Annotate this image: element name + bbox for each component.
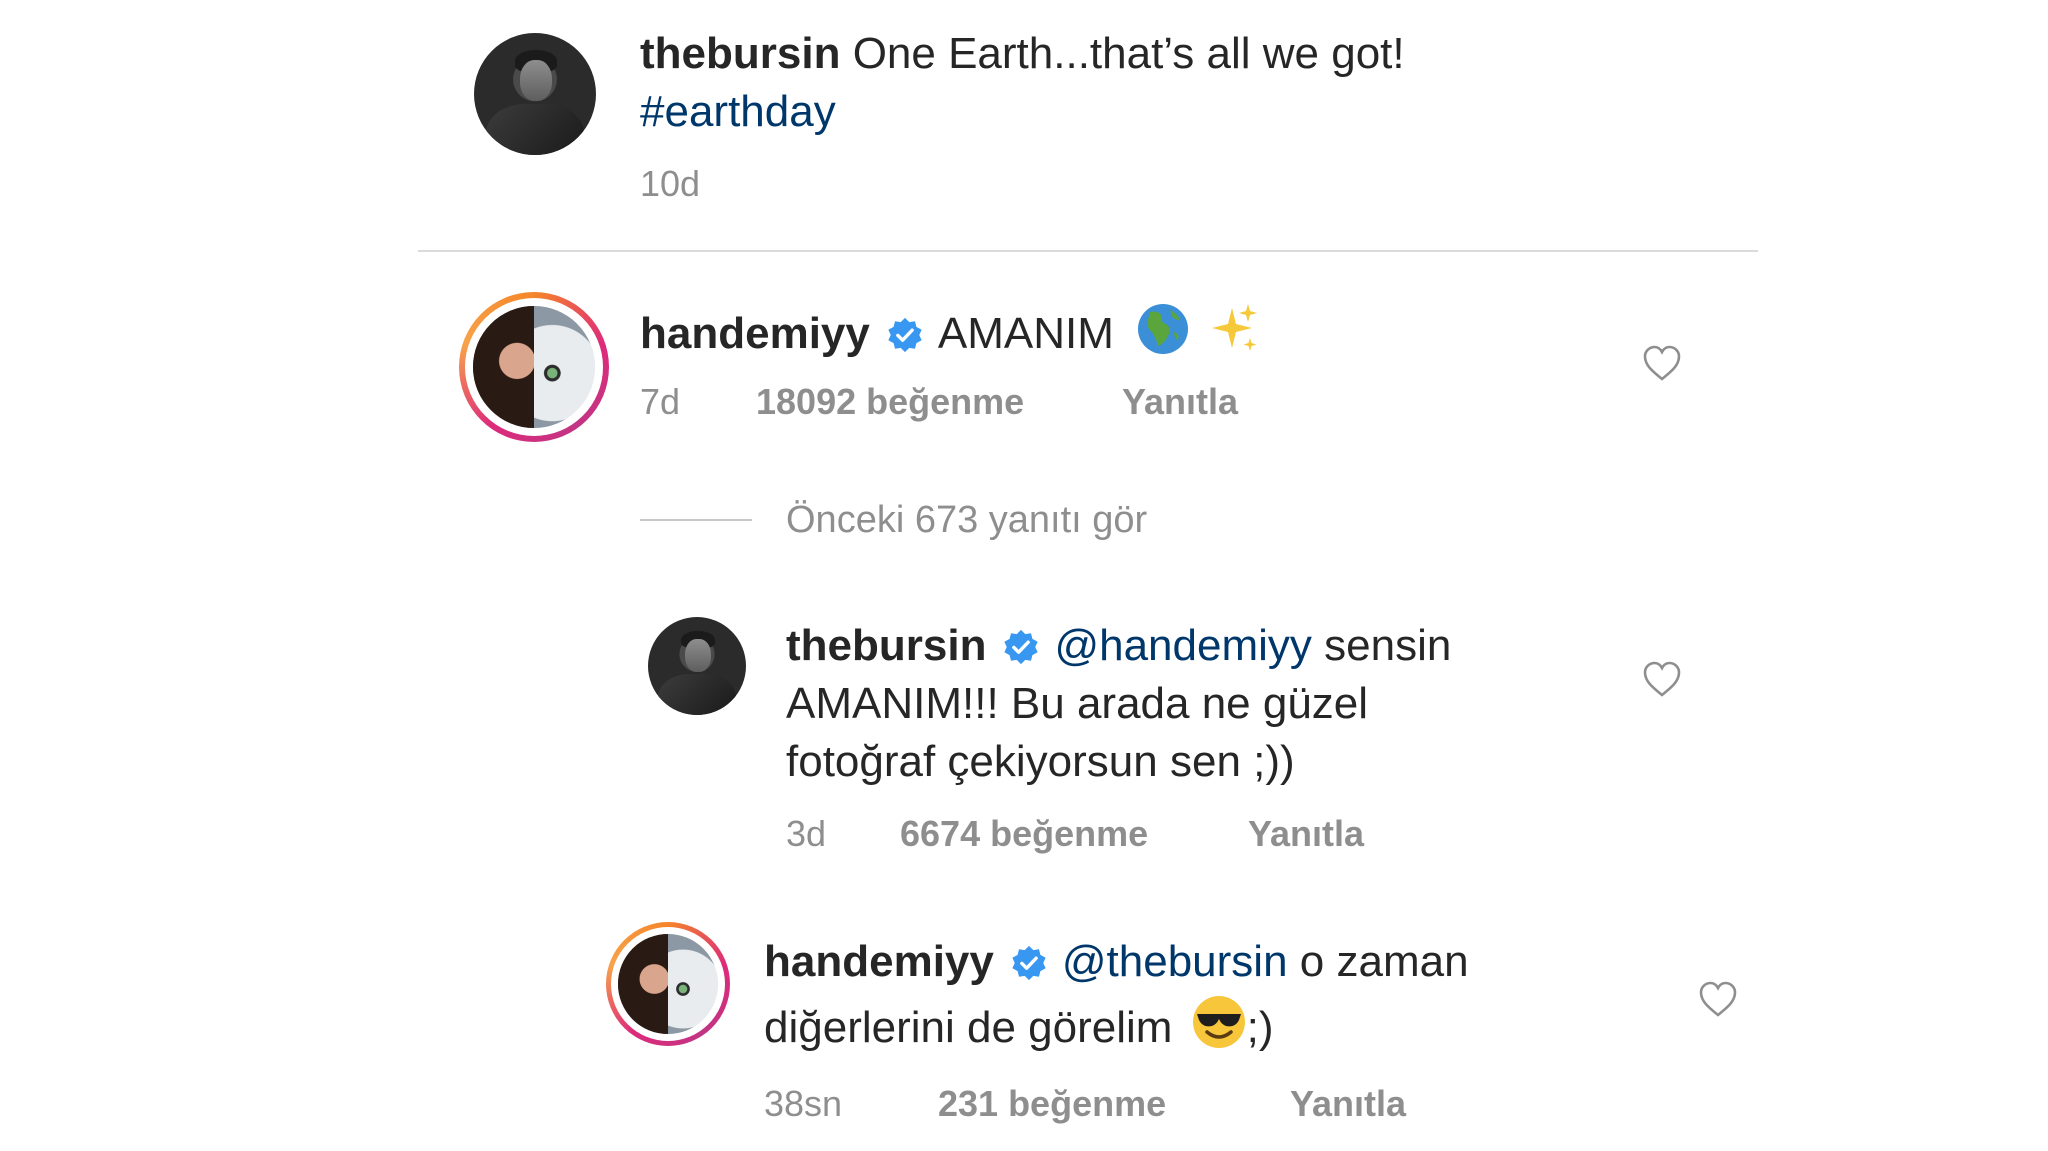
comments-screen: thebursin One Earth...that’s all we got!… [0,0,2048,1151]
avatar-face-shape [685,638,711,672]
reply-mention[interactable]: @handemiyy [1054,621,1311,670]
avatar-portrait-shape [618,934,670,1034]
comment-text: handemiyy AMANIM [640,302,1260,362]
comment-body: AMANIM [937,309,1114,358]
sparkles-emoji [1212,304,1258,351]
comment-avatar [473,306,595,428]
reply-text-line-1: thebursin @handemiyy sensin [786,618,1451,674]
comment-time: 7d [640,381,681,422]
globe-europe-africa-emoji [1138,304,1189,354]
reply2-likes-label: 231 beğenme [938,1083,1167,1124]
reply-avatar[interactable] [648,617,746,715]
caption-text: thebursin One Earth...that’s all we got! [640,26,1405,82]
comment-reply-label: Yanıtla [1122,381,1239,422]
verified-badge-icon [1012,945,1046,981]
avatar-cat-shape [668,934,718,1034]
reply2-text-line-2: diğerlerini de görelim ;) [764,994,1274,1056]
reply-likes[interactable]: 6674 beğenme [900,812,1148,856]
reply-text-line-2: AMANIM!!! Bu arada ne güzel [786,679,1369,728]
verified-badge-icon [888,317,922,353]
avatar-jacket-shape [657,673,737,715]
avatar-jacket-shape [486,103,584,155]
reply2-reply-label: Yanıtla [1290,1083,1407,1124]
avatar-face-shape [520,59,553,102]
reply2-reply-button[interactable]: Yanıtla [1290,1082,1406,1126]
reply2-like-heart-icon[interactable] [1698,980,1738,1018]
caption-avatar[interactable] [474,33,596,155]
avatar-cat-shape [534,306,595,428]
reply2-likes[interactable]: 231 beğenme [938,1082,1166,1126]
caption-username[interactable]: thebursin [640,29,840,78]
comment-reply-button[interactable]: Yanıtla [1122,380,1238,424]
view-replies-line [640,519,752,521]
reply-time: 3d [786,813,827,854]
comment-likes-label: 18092 beğenme [756,381,1025,422]
reply-reply-label: Yanıtla [1248,813,1365,854]
reply2-time: 38sn [764,1083,843,1124]
verified-badge-icon [1004,629,1039,665]
reply-text-line-3: fotoğraf çekiyorsun sen ;)) [786,737,1295,786]
reply-avatar-2 [618,934,718,1034]
caption-time: 10d [640,163,701,204]
reply2-body-suffix: ;) [1246,1003,1274,1052]
avatar-portrait-shape [473,306,537,428]
view-previous-replies-button[interactable]: Önceki 673 yanıtı gör [786,498,1147,542]
reply2-username[interactable]: handemiyy [764,937,994,986]
reply2-mention[interactable]: @thebursin [1062,937,1288,986]
reply-likes-label: 6674 beğenme [900,813,1149,854]
reply-like-heart-icon[interactable] [1642,660,1682,698]
reply-reply-button[interactable]: Yanıtla [1248,812,1364,856]
comment-avatar-story-ring[interactable] [459,292,609,442]
comment-username[interactable]: handemiyy [640,309,870,358]
comment-likes[interactable]: 18092 beğenme [756,380,1024,424]
caption-body: One Earth...that’s all we got! [852,29,1405,78]
caption-divider [418,250,1758,252]
reply2-body-1: o zaman [1299,937,1469,986]
reply2-body-2: diğerlerini de görelim [764,1003,1173,1052]
comment-like-heart-icon[interactable] [1642,344,1682,382]
reply2-text-line-1: handemiyy @thebursin o zaman [764,934,1469,990]
reply-body-1: sensin [1324,621,1452,670]
reply-username[interactable]: thebursin [786,621,986,670]
caption-hashtag[interactable]: #earthday [640,84,836,140]
smiling-face-with-sunglasses-emoji [1192,996,1245,1048]
reply-avatar-story-ring[interactable] [606,922,730,1046]
